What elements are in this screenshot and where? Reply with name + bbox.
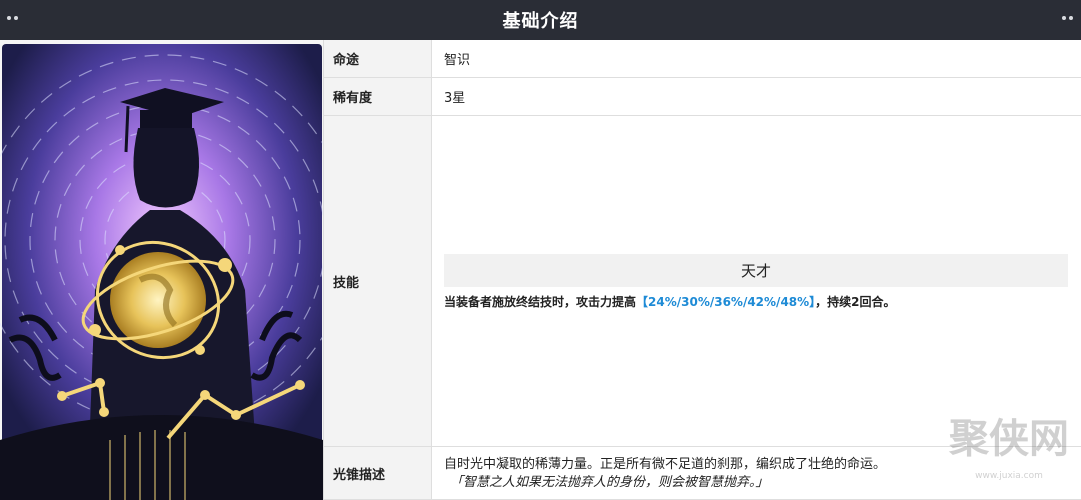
table-row-skill: 技能 天才 当装备者施放终结技时，攻击力提高【24%/30%/36%/42%/4…: [324, 116, 1081, 447]
skill-description: 当装备者施放终结技时，攻击力提高【24%/30%/36%/42%/48%】，持续…: [444, 293, 1068, 310]
lore-quote: 「智慧之人如果无法抛弃人的身份，则会被智慧抛弃。」: [450, 475, 769, 490]
skill-box: 天才 当装备者施放终结技时，攻击力提高【24%/30%/36%/42%/48%】…: [444, 254, 1068, 310]
row-label-rarity: 稀有度: [324, 78, 432, 115]
row-label-skill: 技能: [324, 116, 432, 446]
section-header: 基础介绍: [0, 0, 1081, 40]
table-row-lore: 光锥描述 自时光中凝取的稀薄力量。正是所有微不足道的刹那，编织成了壮绝的命运。 …: [324, 447, 1081, 500]
table-row-path: 命途 智识: [324, 40, 1081, 78]
decor-dots-right: [1062, 16, 1073, 20]
decor-dots-left: [7, 16, 18, 20]
row-label-path: 命途: [324, 40, 432, 77]
lore-line-1: 自时光中凝取的稀薄力量。正是所有微不足道的刹那，编织成了壮绝的命运。: [444, 457, 887, 472]
info-table: 命途 智识 稀有度 3星 技能 天才 当装备者施放终结技时，攻击力提高【24%/…: [324, 40, 1081, 500]
section-title: 基础介绍: [502, 11, 579, 32]
row-label-lore: 光锥描述: [324, 447, 432, 499]
skill-name: 天才: [444, 254, 1068, 287]
row-value-path: 智识: [444, 53, 471, 68]
light-cone-artwork-cell: [0, 40, 324, 500]
row-value-rarity: 3星: [444, 91, 466, 106]
skill-desc-duration: ，持续2回合。: [815, 295, 896, 309]
light-cone-artwork: [0, 40, 323, 500]
skill-desc-values: 【24%/30%/36%/42%/48%】: [636, 295, 816, 309]
lore-description: 自时光中凝取的稀薄力量。正是所有微不足道的刹那，编织成了壮绝的命运。 「智慧之人…: [444, 456, 1071, 492]
skill-desc-text: 当装备者施放终结技时，攻击力提高: [444, 295, 637, 309]
table-row-rarity: 稀有度 3星: [324, 78, 1081, 116]
